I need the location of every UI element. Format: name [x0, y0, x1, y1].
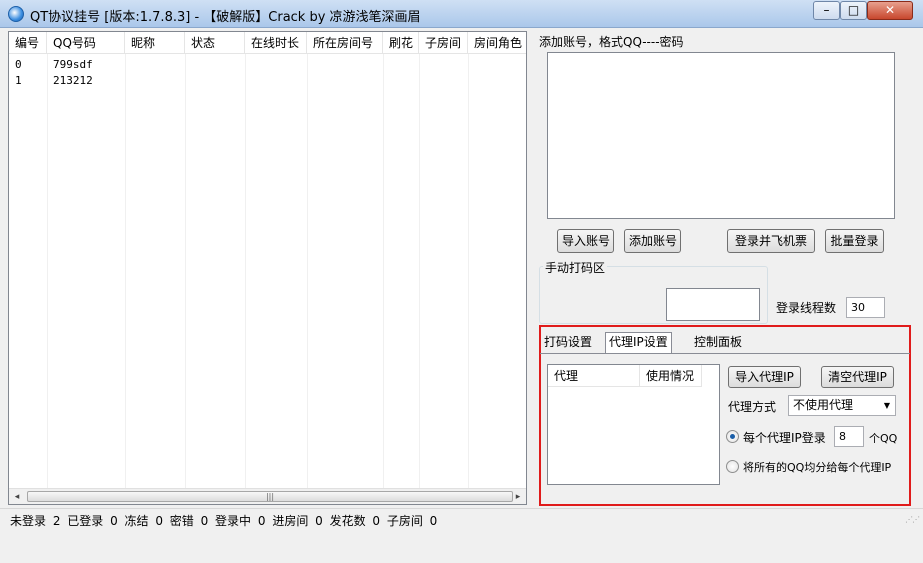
distribute-label[interactable]: 将所有的QQ均分给每个代理IP — [743, 459, 891, 475]
add-accounts-button[interactable]: 添加账号 — [624, 229, 681, 253]
column-header-flowers[interactable]: 刷花 — [383, 32, 419, 54]
table-row-1-qq[interactable]: 213212 — [47, 73, 125, 89]
minimize-button[interactable]: – — [813, 1, 840, 20]
column-header-nickname[interactable]: 昵称 — [125, 32, 185, 54]
grid-line — [468, 54, 469, 488]
column-header-status[interactable]: 状态 — [185, 32, 245, 54]
import-accounts-button[interactable]: 导入账号 — [557, 229, 614, 253]
proxy-list[interactable]: 代理 使用情况 — [547, 364, 720, 485]
resize-grip-icon[interactable]: ⋰⋰ — [905, 515, 920, 524]
per-proxy-label[interactable]: 每个代理IP登录 — [743, 429, 826, 446]
thread-count-label: 登录线程数 — [776, 301, 837, 315]
status-bar: 未登录 2 已登录 0 冻结 0 密错 0 登录中 0 进房间 0 发花数 0 … — [0, 508, 923, 528]
proxy-mode-label: 代理方式 — [728, 400, 777, 414]
per-proxy-count-input[interactable]: 8 — [834, 426, 864, 447]
add-accounts-label: 添加账号，格式QQ----密码 — [539, 35, 684, 49]
column-header-online-time[interactable]: 在线时长 — [245, 32, 307, 54]
table-row-1-id[interactable]: 1 — [9, 73, 47, 89]
column-header-room-role[interactable]: 房间角色 — [468, 32, 526, 54]
proxy-mode-value: 不使用代理 — [793, 398, 854, 412]
accounts-textarea[interactable] — [547, 52, 895, 219]
close-button[interactable]: ✕ — [867, 1, 913, 20]
tab-control-panel[interactable]: 控制面板 — [691, 333, 745, 354]
grid-line — [185, 54, 186, 488]
scroll-thumb[interactable]: ||| — [27, 491, 513, 502]
app-icon — [8, 6, 24, 22]
grid-line — [125, 54, 126, 488]
table-header: 编号 QQ号码 昵称 状态 在线时长 所在房间号 刷花 子房间 房间角色 — [9, 32, 526, 54]
per-proxy-radio[interactable] — [726, 430, 739, 443]
per-proxy-unit: 个QQ — [869, 432, 898, 445]
captcha-image-box[interactable] — [666, 288, 760, 321]
tab-captcha-settings[interactable]: 打码设置 — [541, 333, 595, 354]
title-bar: QT协议挂号 [版本:1.7.8.3] - 【破解版】Crack by 凉游浅笔… — [0, 0, 923, 28]
thread-count-input[interactable]: 30 — [846, 297, 885, 318]
login-ticket-button[interactable]: 登录并飞机票 — [727, 229, 815, 253]
grid-line — [245, 54, 246, 488]
scroll-right-arrow-icon[interactable]: ▸ — [510, 489, 526, 505]
horizontal-scrollbar[interactable]: ◂ ||| ▸ — [9, 488, 526, 504]
window-title: QT协议挂号 [版本:1.7.8.3] - 【破解版】Crack by 凉游浅笔… — [30, 10, 421, 25]
tab-proxy-settings[interactable]: 代理IP设置 — [605, 332, 672, 354]
column-header-proxy[interactable]: 代理 — [548, 365, 640, 387]
import-proxy-button[interactable]: 导入代理IP — [728, 366, 801, 388]
column-header-id[interactable]: 编号 — [9, 32, 47, 54]
grid-line — [307, 54, 308, 488]
grid-line — [47, 54, 48, 488]
scroll-left-arrow-icon[interactable]: ◂ — [9, 489, 25, 505]
chevron-down-icon: ▼ — [883, 401, 890, 410]
column-header-subroom[interactable]: 子房间 — [419, 32, 468, 54]
grid-line — [383, 54, 384, 488]
column-header-usage[interactable]: 使用情况 — [640, 365, 702, 387]
column-header-qq[interactable]: QQ号码 — [47, 32, 125, 54]
clear-proxy-button[interactable]: 清空代理IP — [821, 366, 894, 388]
grid-line — [419, 54, 420, 488]
maximize-button[interactable]: □ — [840, 1, 867, 20]
distribute-radio[interactable] — [726, 460, 739, 473]
table-row-0-id[interactable]: 0 — [9, 57, 47, 73]
account-table[interactable]: 编号 QQ号码 昵称 状态 在线时长 所在房间号 刷花 子房间 房间角色 0 7… — [8, 31, 527, 505]
status-text: 未登录 2 已登录 0 冻结 0 密错 0 登录中 0 进房间 0 发花数 0 … — [10, 514, 438, 528]
column-header-room[interactable]: 所在房间号 — [307, 32, 383, 54]
table-row-0-qq[interactable]: 799sdf — [47, 57, 125, 73]
captcha-group-label: 手动打码区 — [543, 259, 608, 276]
batch-login-button[interactable]: 批量登录 — [825, 229, 884, 253]
proxy-mode-select[interactable]: 不使用代理 ▼ — [788, 395, 896, 416]
